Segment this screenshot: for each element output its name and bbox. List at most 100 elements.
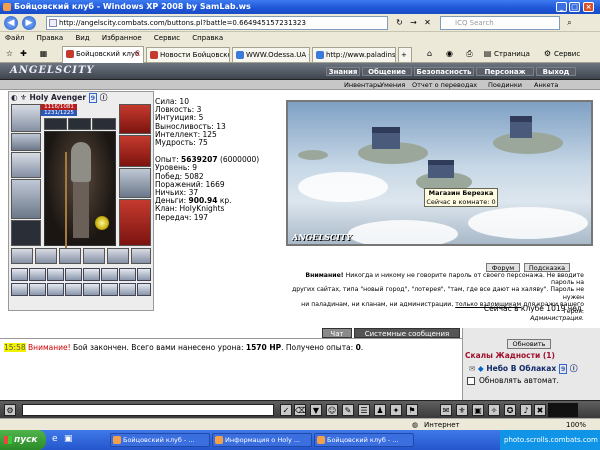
slot-helmet[interactable] [119, 104, 151, 134]
menu-view[interactable]: Вид [70, 32, 94, 44]
subnav-transfers[interactable]: Отчет о переводах [412, 80, 477, 90]
menu-file[interactable]: Файл [0, 32, 29, 44]
inventory-item[interactable] [119, 283, 136, 296]
inventory-item[interactable] [11, 268, 28, 281]
nav-communication[interactable]: Общение [362, 67, 412, 76]
inventory-item[interactable] [101, 283, 118, 296]
refresh-button[interactable]: Обновить [507, 339, 551, 349]
slot-shield[interactable] [119, 168, 151, 198]
ie-quicklaunch-icon[interactable]: e [52, 434, 58, 444]
taskbar-item[interactable]: Бойцовский клуб - ... [110, 433, 210, 447]
refresh-icon[interactable]: ↻ [394, 17, 405, 28]
building-left[interactable] [372, 127, 400, 149]
quests-icon[interactable]: ⚑ [406, 404, 418, 416]
home-icon[interactable]: ⌂ [424, 48, 435, 59]
inventory-item[interactable] [83, 268, 100, 281]
slot-belt[interactable] [11, 220, 41, 246]
menu-edit[interactable]: Правка [32, 32, 69, 44]
slot-gloves[interactable] [119, 135, 151, 167]
tab-chat[interactable]: Чат [322, 328, 352, 338]
settings-icon[interactable]: ⚙ [4, 404, 16, 416]
start-button[interactable]: пуск [0, 430, 46, 450]
inventory-item[interactable] [83, 283, 100, 296]
tab-system-messages[interactable]: Системные сообщения [354, 328, 460, 338]
mail-icon[interactable]: ✉ [440, 404, 452, 416]
taskbar-item[interactable]: Информация о Holy ... [212, 433, 312, 447]
slot-weapon-left[interactable] [11, 152, 41, 178]
exit-icon[interactable]: ✖ [534, 404, 546, 416]
private-message-icon[interactable]: ✉ [469, 364, 475, 373]
slot-ring-2[interactable] [68, 118, 91, 130]
map-icon[interactable]: ✪ [504, 404, 516, 416]
player-name[interactable]: Небо В Облаках [486, 364, 556, 373]
favorites-star-icon[interactable]: ☆ [4, 48, 15, 59]
address-bar[interactable]: http://angelscity.combats.com/buttons.pl… [46, 16, 388, 30]
inventory-item[interactable] [119, 268, 136, 281]
search-input[interactable]: ICQ Search [440, 16, 560, 30]
character-name[interactable]: Holy Avenger [30, 93, 87, 102]
taskbar-item[interactable]: Бойцовский клуб - ... [314, 433, 414, 447]
clear-icon[interactable]: ⌫ [294, 404, 306, 416]
inventory-item[interactable] [47, 268, 64, 281]
subnav-profile[interactable]: Анкета [534, 80, 558, 90]
inventory-item[interactable] [11, 283, 28, 296]
slot-earrings[interactable] [11, 104, 41, 132]
new-tab-button[interactable]: + [398, 47, 412, 62]
building-right[interactable] [510, 116, 532, 138]
feeds-icon[interactable]: ◉ [444, 48, 455, 59]
stop-icon[interactable]: ✕ [422, 17, 433, 28]
player-entry[interactable]: ✉ ◆ Небо В Облаках 9 ⓘ [469, 363, 577, 374]
slot-scroll-2[interactable] [35, 248, 57, 264]
building-shop[interactable] [428, 160, 454, 178]
slot-amulet[interactable] [11, 133, 41, 151]
subnav-skills[interactable]: Умения [380, 80, 405, 90]
nav-knowledge[interactable]: Знания [326, 67, 360, 76]
clan-menu-icon[interactable]: ⚜ [456, 404, 468, 416]
slot-scroll-4[interactable] [83, 248, 105, 264]
send-icon[interactable]: ✓ [280, 404, 292, 416]
chat-area[interactable]: 15:58 Внимание! Бой закончен. Всего вами… [0, 338, 462, 400]
tab-combats[interactable]: Бойцовский клуб × [62, 46, 144, 63]
forum-button[interactable]: Форум [486, 263, 520, 272]
add-favorite-icon[interactable]: ✚ [18, 48, 29, 59]
filter-icon[interactable]: ▼ [310, 404, 322, 416]
tab-news[interactable]: Новости Бойцовског... [146, 47, 230, 62]
subnav-inventory[interactable]: Инвентарь [344, 80, 381, 90]
inventory-item[interactable] [65, 268, 82, 281]
slot-ring-1[interactable] [44, 118, 67, 130]
forward-button[interactable]: ▶ [22, 16, 36, 30]
menu-help[interactable]: Справка [187, 32, 228, 44]
maximize-button[interactable]: □ [569, 2, 580, 12]
scroll-icon[interactable]: ✧ [488, 404, 500, 416]
whisper-icon[interactable]: ✎ [342, 404, 354, 416]
slot-scroll-3[interactable] [59, 248, 81, 264]
nav-security[interactable]: Безопасность [414, 67, 474, 76]
tab-list-icon[interactable]: ▦ [38, 48, 49, 59]
close-button[interactable]: × [583, 2, 594, 12]
slot-scroll-1[interactable] [11, 248, 33, 264]
slot-scroll-5[interactable] [107, 248, 129, 264]
back-button[interactable]: ◀ [4, 16, 18, 30]
inventory-item[interactable] [47, 283, 64, 296]
menu-favorites[interactable]: Избранное [97, 32, 147, 44]
events-icon[interactable]: ✦ [390, 404, 402, 416]
chat-input[interactable] [22, 404, 274, 416]
print-icon[interactable]: ⎙ [464, 48, 475, 59]
info-icon[interactable]: ⓘ [100, 93, 108, 102]
nav-character[interactable]: Персонаж [476, 67, 534, 76]
minimize-button[interactable]: _ [556, 2, 567, 12]
nav-exit[interactable]: Выход [536, 67, 576, 76]
info-icon[interactable]: ⓘ [570, 364, 578, 373]
inventory-item[interactable] [101, 268, 118, 281]
inventory-item[interactable] [29, 283, 46, 296]
inventory-item[interactable] [65, 283, 82, 296]
search-icon[interactable]: ⌕ [564, 17, 575, 28]
character-avatar[interactable] [44, 131, 116, 252]
close-tab-icon[interactable]: × [134, 47, 141, 61]
slot-armor[interactable] [11, 179, 41, 219]
slot-scroll-6[interactable] [131, 248, 151, 264]
slot-boots[interactable] [119, 199, 151, 246]
tab-odessa[interactable]: WWW.Odessa.UA - ... [232, 47, 310, 62]
page-menu[interactable]: Страница [494, 50, 530, 58]
menu-tools[interactable]: Сервис [149, 32, 185, 44]
